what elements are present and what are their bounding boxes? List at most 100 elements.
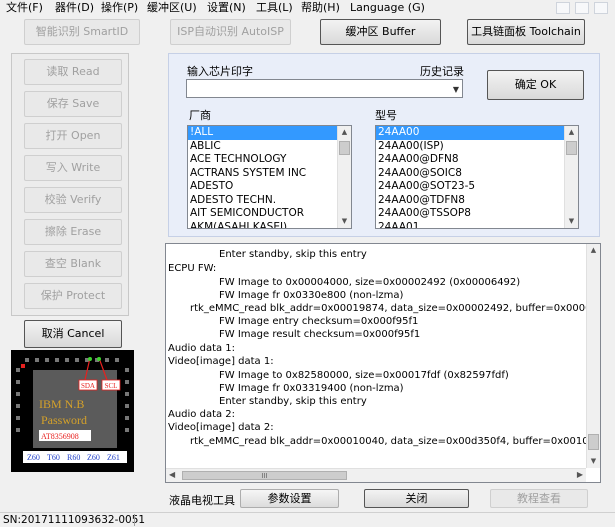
minimize-icon[interactable]	[556, 2, 570, 14]
list-item[interactable]: !ALL	[188, 126, 351, 140]
manufacturer-label: 厂商	[189, 109, 211, 122]
manufacturer-scrollbar[interactable]: ▲ ▼	[337, 126, 351, 228]
erase-button[interactable]: 擦除 Erase	[24, 219, 122, 245]
scroll-up-icon[interactable]: ▲	[338, 126, 351, 139]
chip-marking-input[interactable]: ▼	[186, 79, 463, 98]
list-item[interactable]: 24AA00@SOIC8	[376, 167, 578, 181]
scroll-thumb[interactable]	[339, 141, 350, 155]
scroll-down-icon[interactable]: ▼	[338, 215, 351, 228]
menu-operation[interactable]: 操作(P)	[101, 0, 138, 15]
chip-brand: IBM N.B	[39, 397, 84, 411]
chip-code-3: R60	[67, 453, 80, 462]
maximize-icon[interactable]	[575, 2, 589, 14]
log-output[interactable]: Enter standby, skip this entry ECPU FW: …	[165, 243, 601, 483]
log-line: FW Image fr 0x03319400 (non-lzma)	[219, 383, 404, 394]
log-line: Video[image] data 1:	[168, 356, 274, 367]
menu-bar: 文件(F) 器件(D) 操作(P) 缓冲区(U) 设置(N) 工具(L) 帮助(…	[0, 0, 615, 16]
scroll-down-icon[interactable]: ▼	[587, 455, 600, 468]
chip-code-5: Z61	[107, 453, 120, 462]
params-button[interactable]: 参数设置	[240, 489, 339, 508]
scroll-left-icon[interactable]: ◀	[169, 470, 175, 479]
list-item[interactable]: ABLIC	[188, 140, 351, 154]
list-item[interactable]: ADESTO TECHN.	[188, 194, 351, 208]
smartid-button[interactable]: 智能识别 SmartID	[24, 19, 140, 45]
hscroll-thumb[interactable]: III	[182, 471, 347, 480]
log-line: FW Image result checksum=0x000f95f1	[219, 329, 421, 340]
model-list[interactable]: 24AA00 24AA00(ISP) 24AA00@DFN8 24AA00@SO…	[375, 125, 579, 229]
list-item[interactable]: ACTRANS SYSTEM INC	[188, 167, 351, 181]
tutorial-button[interactable]: 教程查看	[490, 489, 588, 508]
log-line: FW Image entry checksum=0x000f95f1	[219, 316, 419, 327]
autoisp-button[interactable]: ISP自动识别 AutoISP	[170, 19, 291, 45]
menu-tools[interactable]: 工具(L)	[256, 0, 293, 15]
verify-button[interactable]: 校验 Verify	[24, 187, 122, 213]
scroll-up-icon[interactable]: ▲	[565, 126, 578, 139]
close-window-icon[interactable]	[594, 2, 608, 14]
chip-input-label: 输入芯片印字	[187, 65, 253, 78]
chip-subtitle: Password	[41, 413, 87, 427]
list-item[interactable]: AIT SEMICONDUCTOR	[188, 207, 351, 221]
scroll-up-icon[interactable]: ▲	[587, 244, 600, 257]
menu-device[interactable]: 器件(D)	[55, 0, 94, 15]
log-line: Enter standby, skip this entry	[219, 396, 367, 407]
blank-check-button[interactable]: 查空 Blank	[24, 251, 122, 277]
menu-buffer[interactable]: 缓冲区(U)	[147, 0, 197, 15]
protect-button[interactable]: 保护 Protect	[24, 283, 122, 309]
list-item[interactable]: 24AA01	[376, 221, 578, 229]
status-bar: SN:20171111093632-0051	[0, 512, 615, 527]
log-line: FW Image to 0x00004000, size=0x00002492 …	[219, 277, 521, 288]
scroll-down-icon[interactable]: ▼	[565, 215, 578, 228]
menu-file[interactable]: 文件(F)	[6, 0, 43, 15]
model-label: 型号	[375, 109, 397, 122]
menu-help[interactable]: 帮助(H)	[301, 0, 340, 15]
list-item[interactable]: 24AA00@TDFN8	[376, 194, 578, 208]
menu-settings[interactable]: 设置(N)	[207, 0, 246, 15]
ok-button[interactable]: 确定 OK	[487, 70, 584, 100]
serial-number: SN:20171111093632-0051	[3, 514, 146, 526]
log-line: FW Image fr 0x0330e800 (non-lzma)	[219, 290, 404, 301]
chip-part-number: AT8356908	[41, 432, 79, 441]
dropdown-arrow-icon[interactable]: ▼	[453, 85, 459, 94]
tv-tools-label: 液晶电视工具	[169, 494, 235, 507]
log-line: Audio data 1:	[168, 343, 236, 354]
save-button[interactable]: 保存 Save	[24, 91, 122, 117]
model-scrollbar[interactable]: ▲ ▼	[564, 126, 578, 228]
scroll-right-icon[interactable]: ▶	[577, 470, 583, 479]
open-button[interactable]: 打开 Open	[24, 123, 122, 149]
log-line: FW Image to 0x82580000, size=0x00017fdf …	[219, 370, 509, 381]
list-item[interactable]: 24AA00@SOT23-5	[376, 180, 578, 194]
status-divider	[134, 514, 135, 526]
chip-image: SDA SCL IBM N.B Password AT8356908 Z60 T…	[11, 350, 134, 472]
list-item[interactable]: 24AA00	[376, 126, 578, 140]
list-item[interactable]: AKM(ASAHI KASEI)	[188, 221, 351, 229]
chip-code-2: T60	[47, 453, 60, 462]
scroll-thumb[interactable]	[588, 434, 599, 450]
log-line: ECPU FW:	[168, 263, 217, 274]
close-button[interactable]: 关闭	[364, 489, 469, 508]
menu-language[interactable]: Language (G)	[350, 0, 425, 15]
list-item[interactable]: 24AA00@TSSOP8	[376, 207, 578, 221]
log-line: Video[image] data 2:	[168, 422, 274, 433]
log-line: Enter standby, skip this entry	[219, 249, 367, 260]
scroll-thumb[interactable]	[566, 141, 577, 155]
log-line: rtk_eMMC_read blk_addr=0x00010040, data_…	[190, 436, 601, 447]
list-item[interactable]: 24AA00@DFN8	[376, 153, 578, 167]
chip-svg: SDA SCL IBM N.B Password AT8356908 Z60 T…	[11, 350, 134, 472]
read-button[interactable]: 读取 Read	[24, 59, 122, 85]
cancel-button[interactable]: 取消 Cancel	[24, 320, 122, 348]
write-button[interactable]: 写入 Write	[24, 155, 122, 181]
log-hscrollbar[interactable]: ◀ III ▶	[166, 468, 586, 482]
chip-code-4: Z60	[87, 453, 100, 462]
pin-sda-label: SDA	[81, 382, 95, 390]
list-item[interactable]: ADESTO	[188, 180, 351, 194]
pin-scl-label: SCL	[105, 382, 118, 390]
log-line: rtk_eMMC_read blk_addr=0x00019874, data_…	[190, 303, 601, 314]
toolchain-button[interactable]: 工具链面板 Toolchain	[467, 19, 585, 45]
list-item[interactable]: 24AA00(ISP)	[376, 140, 578, 154]
log-line: Audio data 2:	[168, 409, 236, 420]
log-vscrollbar[interactable]: ▲ ▼	[586, 244, 600, 468]
list-item[interactable]: ACE TECHNOLOGY	[188, 153, 351, 167]
history-label: 历史记录	[420, 65, 464, 78]
manufacturer-list[interactable]: !ALL ABLIC ACE TECHNOLOGY ACTRANS SYSTEM…	[187, 125, 352, 229]
buffer-button[interactable]: 缓冲区 Buffer	[320, 19, 441, 45]
